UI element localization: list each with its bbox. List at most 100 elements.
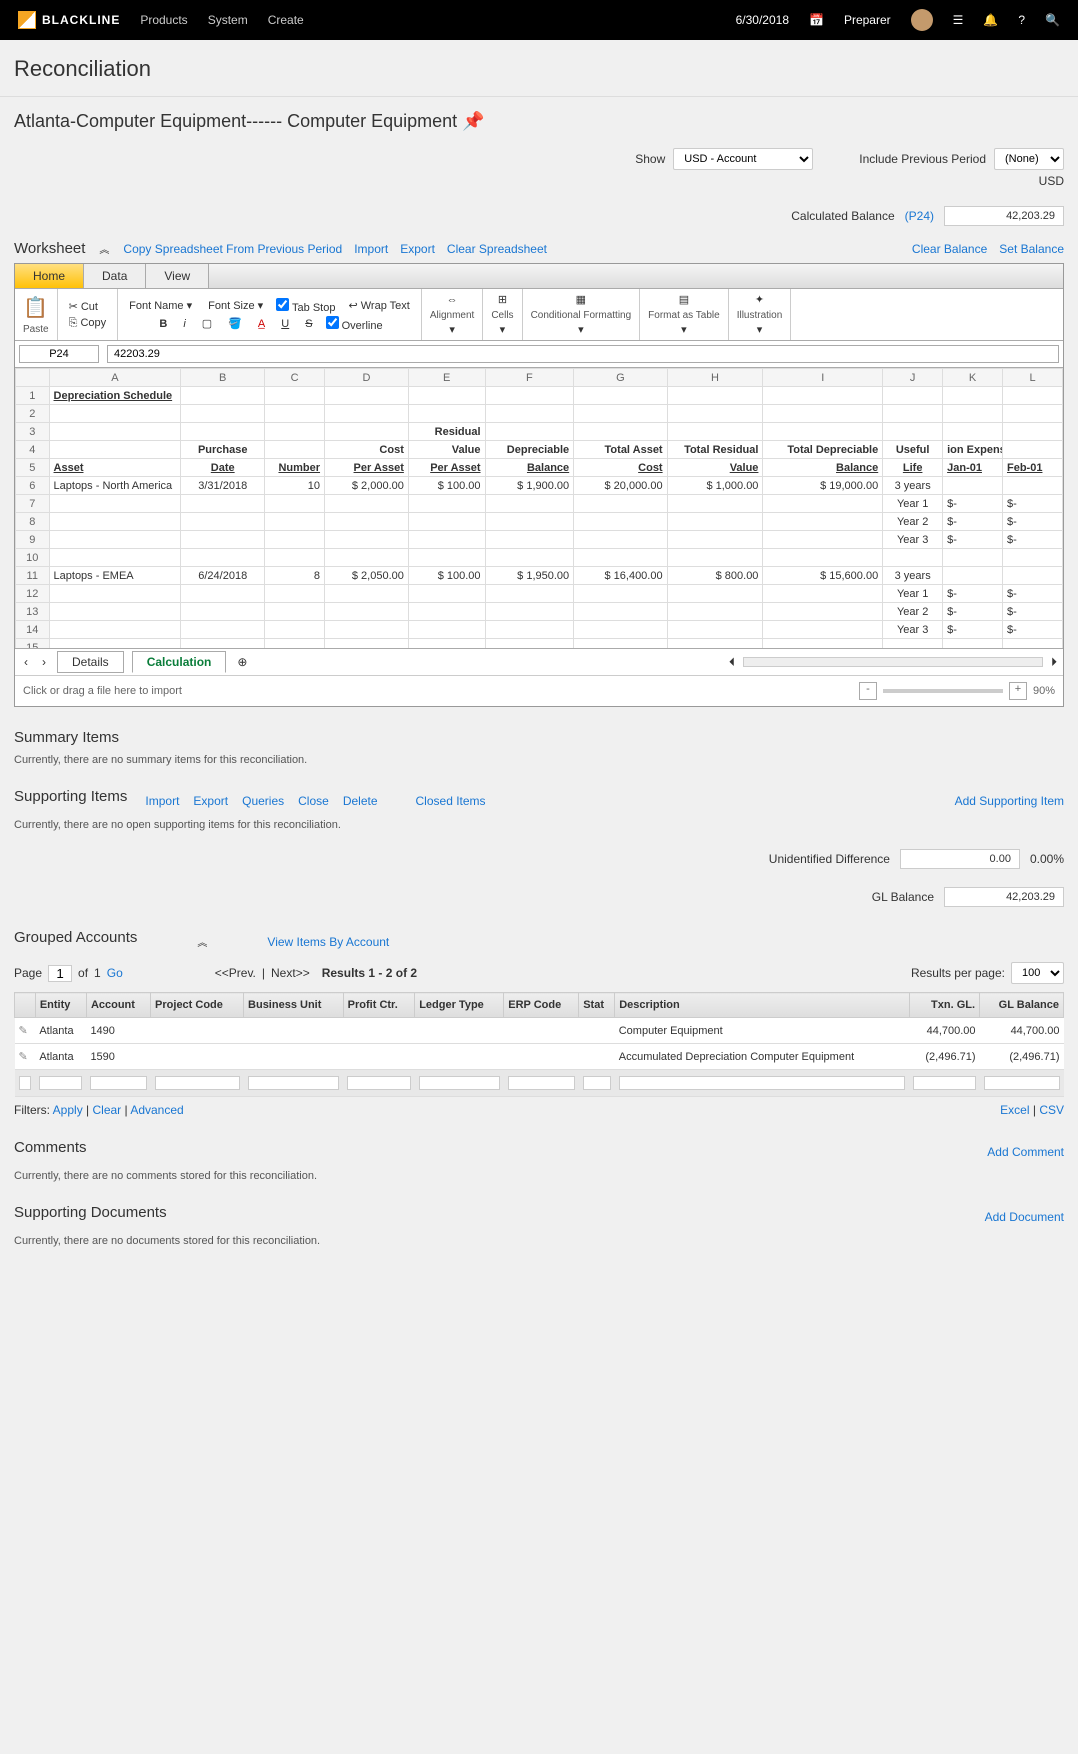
- ws-link-copy[interactable]: Copy Spreadsheet From Previous Period: [123, 242, 342, 256]
- strike-btn[interactable]: S: [302, 317, 315, 331]
- cell-ref-input[interactable]: [19, 345, 99, 363]
- illus-icon[interactable]: ✦: [755, 293, 764, 306]
- italic-btn[interactable]: i: [180, 317, 188, 331]
- alignment-icon[interactable]: ⇔: [447, 294, 458, 306]
- export-csv[interactable]: CSV: [1039, 1103, 1064, 1117]
- illus-dd[interactable]: ▾: [757, 323, 763, 336]
- fill-btn[interactable]: 🪣: [225, 316, 245, 331]
- view-by-account[interactable]: View Items By Account: [267, 935, 389, 949]
- sheet-tab-calc[interactable]: Calculation: [132, 651, 227, 673]
- table-row[interactable]: ✎Atlanta1590Accumulated Depreciation Com…: [15, 1044, 1064, 1070]
- formula-input[interactable]: [107, 345, 1059, 363]
- filter-clear[interactable]: Clear: [93, 1103, 122, 1117]
- sup-export[interactable]: Export: [193, 794, 228, 808]
- unid-pct: 0.00%: [1030, 852, 1064, 866]
- overline-check[interactable]: Overline: [326, 316, 383, 332]
- sup-close[interactable]: Close: [298, 794, 329, 808]
- wrap-btn[interactable]: ↩ Wrap Text: [345, 298, 412, 313]
- sheet-next[interactable]: ›: [39, 654, 49, 670]
- fontcolor-btn[interactable]: A̲: [255, 317, 268, 331]
- tab-view[interactable]: View: [146, 264, 209, 288]
- summary-empty: Currently, there are no summary items fo…: [14, 754, 1064, 766]
- fmttable-icon[interactable]: ▤: [679, 293, 689, 306]
- filter-advanced[interactable]: Advanced: [130, 1103, 183, 1117]
- avatar[interactable]: [911, 9, 933, 31]
- filters-label: Filters:: [14, 1103, 50, 1117]
- show-select[interactable]: USD - Account: [673, 148, 813, 170]
- list-icon[interactable]: ☰: [953, 13, 964, 27]
- calc-balance-label: Calculated Balance: [791, 209, 894, 223]
- add-document[interactable]: Add Document: [985, 1210, 1064, 1224]
- paste-icon[interactable]: 📋: [23, 295, 48, 320]
- table-row[interactable]: ✎Atlanta1490Computer Equipment44,700.004…: [15, 1018, 1064, 1044]
- font-size-dd[interactable]: Font Size ▾: [205, 298, 266, 313]
- pg-prev[interactable]: <<Prev.: [215, 966, 256, 980]
- sheet-tab-details[interactable]: Details: [57, 651, 124, 673]
- sup-delete[interactable]: Delete: [343, 794, 378, 808]
- condfmt-icon[interactable]: ▦: [576, 293, 586, 306]
- bold-btn[interactable]: B: [156, 317, 170, 331]
- alignment-dd[interactable]: ▾: [449, 323, 455, 336]
- pg-go[interactable]: Go: [107, 966, 123, 980]
- collapse-icon[interactable]: ︽: [99, 241, 109, 256]
- grouped-table: EntityAccountProject CodeBusiness UnitPr…: [14, 992, 1064, 1097]
- worksheet-title: Worksheet: [14, 240, 85, 257]
- add-sheet-btn[interactable]: ⊕: [234, 654, 250, 670]
- filter-apply[interactable]: Apply: [53, 1103, 83, 1117]
- font-name-dd[interactable]: Font Name ▾: [126, 298, 195, 313]
- pin-icon[interactable]: 📌: [462, 111, 484, 131]
- pg-total: 1: [94, 966, 101, 980]
- gl-value: 42,203.29: [944, 887, 1064, 907]
- add-supporting[interactable]: Add Supporting Item: [955, 794, 1064, 808]
- hscroll-left[interactable]: ⏴: [729, 655, 735, 670]
- pg-next[interactable]: Next>>: [271, 966, 310, 980]
- hscroll-track[interactable]: [743, 657, 1043, 667]
- drop-hint[interactable]: Click or drag a file here to import: [23, 685, 182, 697]
- help-icon[interactable]: ?: [1018, 13, 1025, 27]
- hscroll-right[interactable]: ⏵: [1051, 655, 1057, 670]
- balance-ref-link[interactable]: (P24): [905, 209, 934, 223]
- copy-btn[interactable]: ⎘ Copy: [66, 316, 110, 331]
- cut-btn[interactable]: ✂ Cut: [66, 299, 110, 314]
- sup-closed[interactable]: Closed Items: [416, 794, 486, 808]
- export-excel[interactable]: Excel: [1000, 1103, 1029, 1117]
- clear-balance-link[interactable]: Clear Balance: [912, 242, 987, 256]
- sup-queries[interactable]: Queries: [242, 794, 284, 808]
- cells-dd[interactable]: ▾: [500, 323, 506, 336]
- pg-perpage-select[interactable]: 100: [1011, 962, 1064, 984]
- nav-create[interactable]: Create: [268, 13, 304, 27]
- zoom-slider[interactable]: [883, 689, 1003, 693]
- sheet-prev[interactable]: ‹: [21, 654, 31, 670]
- zoom-in[interactable]: +: [1009, 682, 1027, 700]
- ws-link-clear[interactable]: Clear Spreadsheet: [447, 242, 547, 256]
- tabstop-check[interactable]: Tab Stop: [276, 298, 335, 314]
- pg-label: Page: [14, 966, 42, 980]
- grid-table[interactable]: ABCDEFGHIJKL1Depreciation Schedule23Resi…: [15, 368, 1063, 648]
- nav-products[interactable]: Products: [140, 13, 187, 27]
- include-select[interactable]: (None): [994, 148, 1064, 170]
- pg-perpage-label: Results per page:: [911, 966, 1005, 980]
- condfmt-dd[interactable]: ▾: [578, 323, 584, 336]
- border-btn[interactable]: ▢: [199, 316, 215, 331]
- ws-link-export[interactable]: Export: [400, 242, 435, 256]
- page-input[interactable]: [48, 965, 72, 982]
- currency-label: USD: [1039, 174, 1064, 188]
- bell-icon[interactable]: 🔔: [983, 13, 998, 27]
- set-balance-link[interactable]: Set Balance: [999, 242, 1064, 256]
- fmttable-dd[interactable]: ▾: [681, 323, 687, 336]
- illus-label: Illustration: [737, 310, 783, 321]
- ws-link-import[interactable]: Import: [354, 242, 388, 256]
- add-comment[interactable]: Add Comment: [987, 1145, 1064, 1159]
- zoom-out[interactable]: -: [859, 682, 877, 700]
- underline-btn[interactable]: U: [278, 317, 292, 331]
- nav-system[interactable]: System: [208, 13, 248, 27]
- sup-import[interactable]: Import: [145, 794, 179, 808]
- alignment-label: Alignment: [430, 310, 474, 321]
- tab-home[interactable]: Home: [15, 264, 84, 288]
- cells-icon[interactable]: ⊞: [498, 293, 507, 306]
- grouped-collapse-icon[interactable]: ︽: [197, 934, 207, 949]
- calendar-icon[interactable]: 📅: [809, 13, 824, 27]
- supporting-empty: Currently, there are no open supporting …: [14, 819, 1064, 831]
- tab-data[interactable]: Data: [84, 264, 146, 288]
- search-icon[interactable]: 🔍: [1045, 13, 1060, 27]
